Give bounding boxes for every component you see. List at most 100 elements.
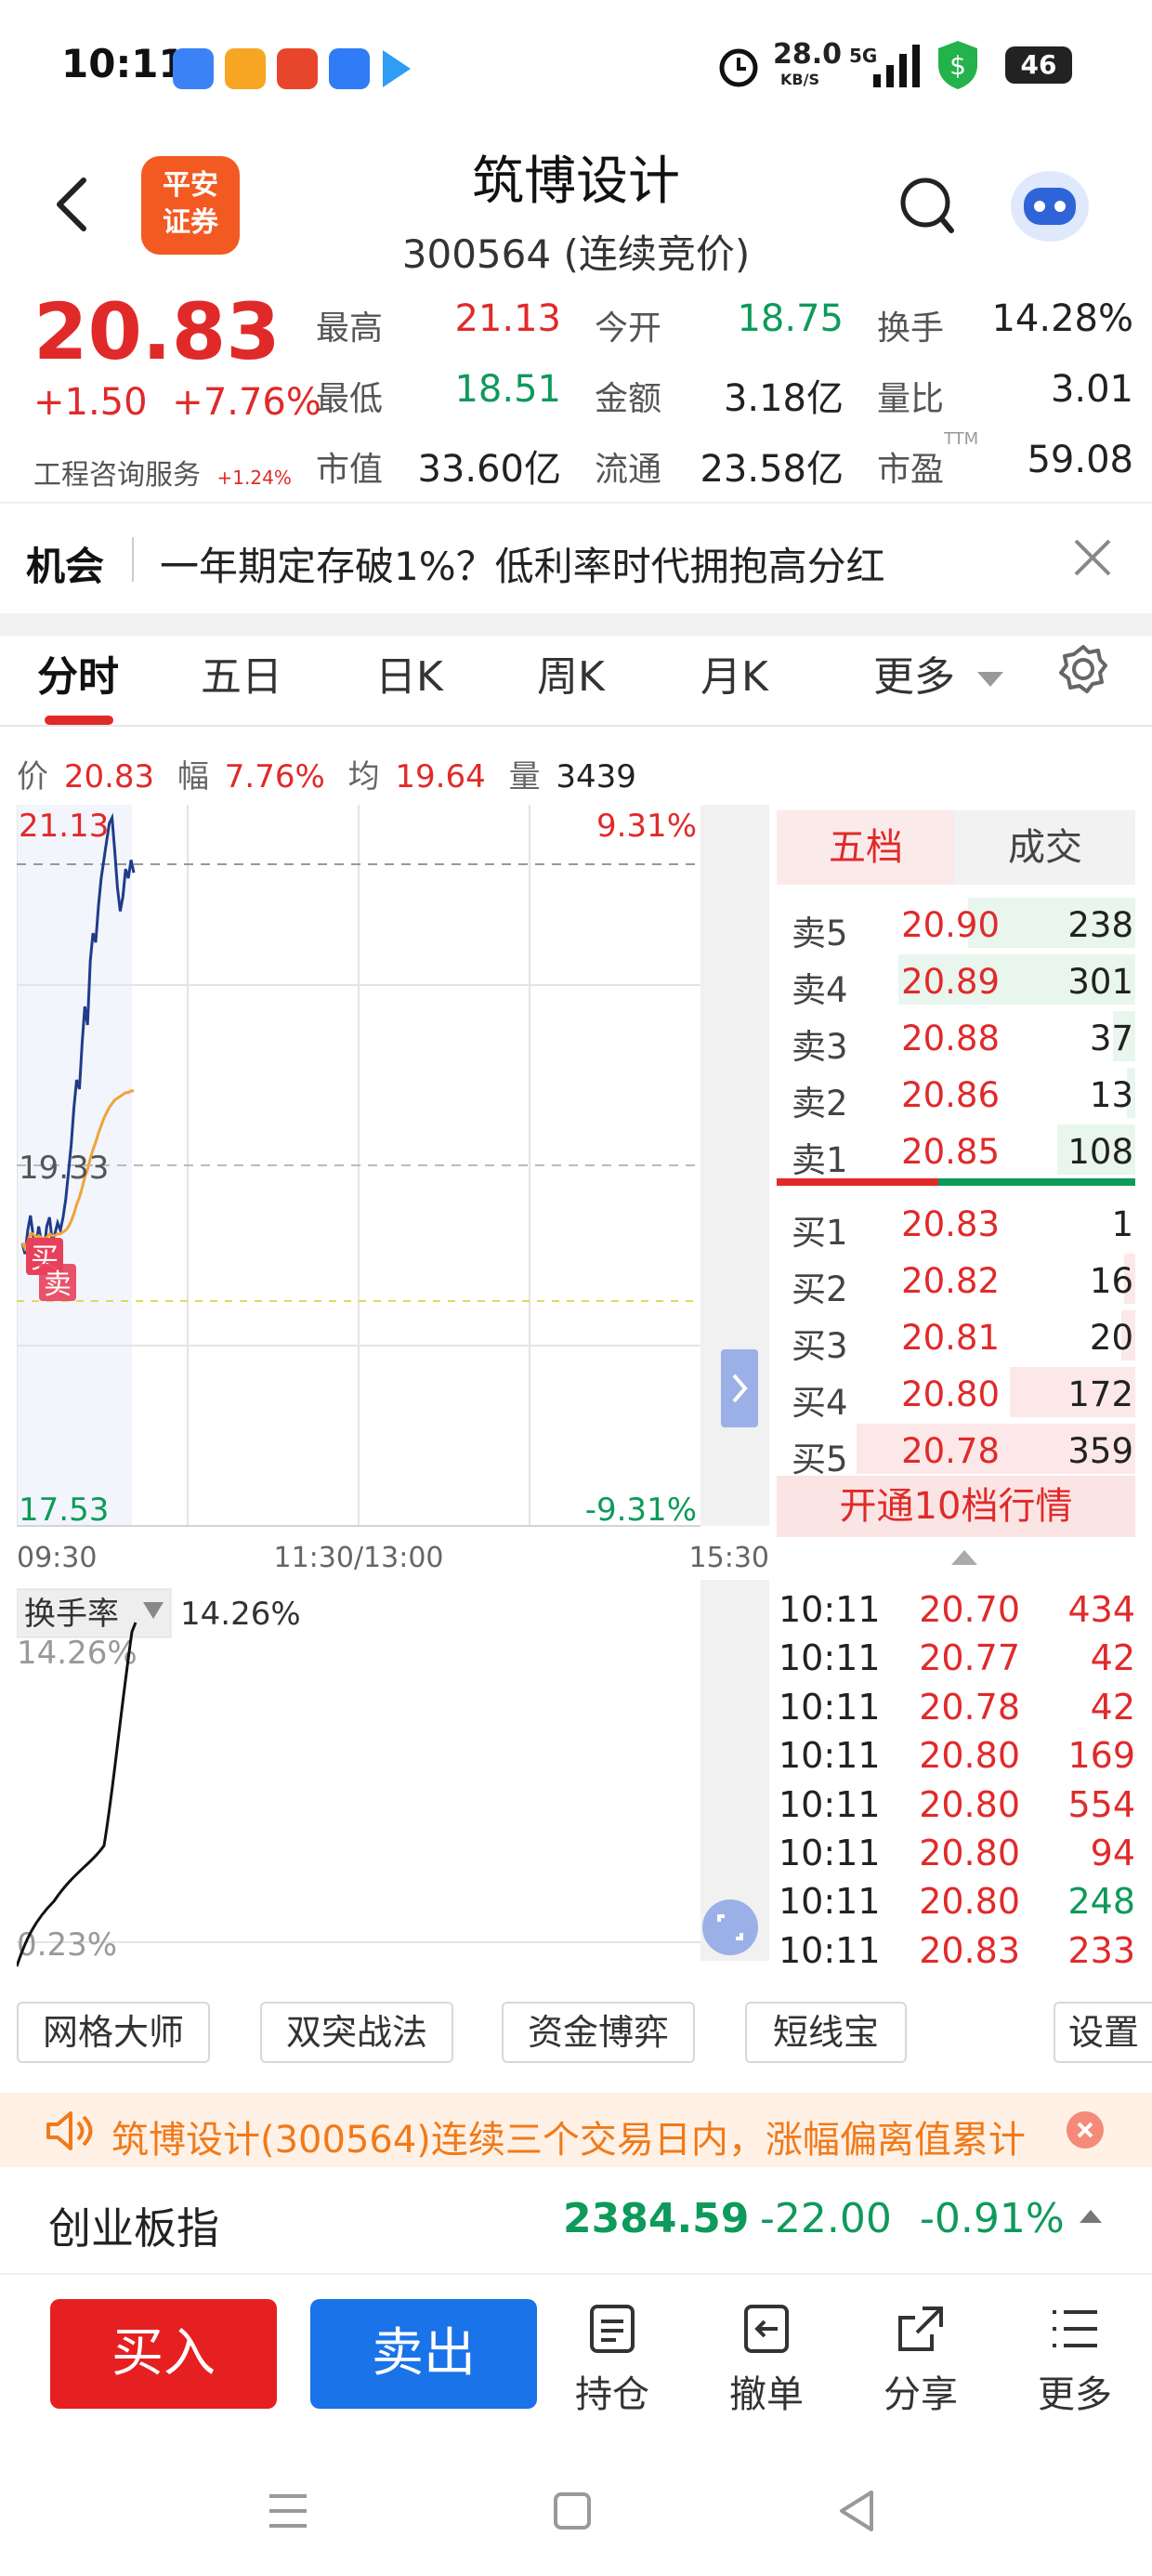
intraday-chart[interactable]: 21.13 19.33 17.53 9.31% -9.31% 09:30 11:… xyxy=(17,805,769,1985)
index-change: -22.00 xyxy=(760,2195,892,2242)
summary-price-label: 价 xyxy=(17,758,48,795)
summary-range: 7.76% xyxy=(224,758,325,795)
cancel-order-label: 撤单 xyxy=(729,2373,804,2416)
price-change: +1.50 +7.76% xyxy=(33,381,321,424)
more-menu-button[interactable]: 更多 xyxy=(1024,2303,1126,2418)
notice-close-button[interactable] xyxy=(1067,2111,1104,2149)
tab-weekly-k[interactable]: 周K xyxy=(537,643,605,703)
industry-tag[interactable]: 工程咨询服务 +1.24% xyxy=(33,452,292,493)
tab-more[interactable]: 更多 xyxy=(873,643,1003,703)
tab-monthly-k[interactable]: 月K xyxy=(700,643,768,703)
quote-label: 最低 xyxy=(316,380,384,418)
trade-row: 10:11 20.80 169 xyxy=(779,1731,1135,1780)
trade-row: 10:11 20.70 434 xyxy=(779,1585,1135,1634)
security-shield-icon: $ xyxy=(938,41,977,89)
section-separator xyxy=(0,613,1152,636)
expand-handle[interactable] xyxy=(721,1349,758,1427)
tab-intraday[interactable]: 分时 xyxy=(37,643,119,703)
bid-level-row[interactable]: 买3 20.81 20 xyxy=(777,1307,1135,1366)
upgrade-level10-button[interactable]: 开通10档行情 xyxy=(777,1476,1135,1537)
notice-banner[interactable]: 筑博设计(300564)连续三个交易日内，涨幅偏离值累计 xyxy=(0,2093,1152,2167)
quote-value: 18.75 xyxy=(737,297,844,340)
ask-level-row[interactable]: 卖4 20.89 301 xyxy=(777,951,1135,1010)
tool-short-term[interactable]: 短线宝 xyxy=(745,2002,907,2063)
turnover-line xyxy=(17,1622,137,1967)
trade-row: 10:11 20.83 233 xyxy=(779,1926,1135,1975)
y-mid-label: 19.33 xyxy=(19,1150,109,1187)
tool-double-breakout[interactable]: 双突战法 xyxy=(260,2002,453,2063)
quote-value: 3.18亿 xyxy=(723,377,844,420)
level-price: 20.82 xyxy=(901,1261,1000,1301)
chevron-up-icon[interactable] xyxy=(1080,2210,1102,2223)
app-notification-icon xyxy=(329,48,370,89)
index-value: 2384.59 xyxy=(563,2195,750,2242)
quote-value: 14.28% xyxy=(991,297,1133,340)
quote-value: 18.51 xyxy=(454,368,561,411)
chevron-up-icon[interactable] xyxy=(951,1550,977,1565)
level-volume: 16 xyxy=(1089,1261,1133,1301)
trade-price: 20.80 xyxy=(919,1833,1020,1873)
ask-level-row[interactable]: 卖3 20.88 37 xyxy=(777,1007,1135,1067)
positions-button[interactable]: 持仓 xyxy=(561,2303,663,2418)
robot-avatar-icon[interactable] xyxy=(1005,164,1094,247)
back-arrow-icon[interactable] xyxy=(50,177,97,232)
ask-level-row[interactable]: 卖5 20.90 238 xyxy=(777,894,1135,953)
trade-row: 10:11 20.80 554 xyxy=(779,1781,1135,1829)
trade-row: 10:11 20.78 42 xyxy=(779,1683,1135,1731)
trade-price: 20.80 xyxy=(919,1783,1020,1825)
cancel-order-button[interactable]: 撤单 xyxy=(715,2303,818,2418)
trade-volume: 233 xyxy=(1067,1929,1135,1971)
tab-order-levels[interactable]: 五档 xyxy=(777,810,955,885)
level-label: 买1 xyxy=(792,1213,848,1253)
level-volume: 301 xyxy=(1067,962,1133,1002)
stock-name: 筑博设计 xyxy=(472,151,680,212)
y-bottom-label: 17.53 xyxy=(19,1492,109,1529)
search-icon[interactable] xyxy=(897,175,957,240)
opportunity-banner[interactable]: 机会 一年期定存破1%？低利率时代拥抱高分红 xyxy=(0,502,1152,613)
bid-level-row[interactable]: 买2 20.82 16 xyxy=(777,1250,1135,1309)
close-icon[interactable] xyxy=(1072,537,1113,578)
share-button[interactable]: 分享 xyxy=(870,2303,972,2418)
quote-label: 量比 xyxy=(877,380,945,418)
bid-level-row[interactable]: 买4 20.80 172 xyxy=(777,1363,1135,1423)
level-price: 20.85 xyxy=(901,1132,1000,1172)
index-name: 创业板指 xyxy=(48,2203,219,2254)
quote-value: 21.13 xyxy=(454,297,561,340)
trade-row: 10:11 20.80 248 xyxy=(779,1877,1135,1925)
share-icon xyxy=(898,2307,943,2351)
ask-level-row[interactable]: 卖1 20.85 108 xyxy=(777,1121,1135,1180)
tab-daily-k[interactable]: 日K xyxy=(375,643,443,703)
quote-label: 市值 xyxy=(316,451,384,489)
fullscreen-button[interactable] xyxy=(702,1899,758,1955)
bid-level-row[interactable]: 买5 20.78 359 xyxy=(777,1420,1135,1479)
ask-bid-ratio-bar-red xyxy=(777,1178,938,1186)
bid-level-row[interactable]: 买1 20.83 1 xyxy=(777,1193,1135,1253)
summary-avg-label: 均 xyxy=(347,758,380,795)
opportunity-tag: 机会 xyxy=(26,544,105,589)
tool-grid-master[interactable]: 网格大师 xyxy=(17,2002,210,2063)
tool-capital-game[interactable]: 资金博弈 xyxy=(502,2002,695,2063)
quote-value: 3.01 xyxy=(1050,368,1133,411)
gear-icon[interactable] xyxy=(1057,643,1109,695)
trade-volume: 554 xyxy=(1067,1783,1135,1825)
broker-logo: 平安 证券 xyxy=(141,156,240,255)
level-price: 20.78 xyxy=(901,1431,1000,1471)
buy-button[interactable]: 买入 xyxy=(50,2299,277,2409)
tab-five-day[interactable]: 五日 xyxy=(201,643,282,703)
change-percent: +7.76% xyxy=(172,381,321,424)
pct-bottom-label: -9.31% xyxy=(585,1492,697,1529)
recent-apps-icon[interactable] xyxy=(266,2491,310,2531)
index-ticker[interactable]: 创业板指 2384.59 -22.00 -0.91% xyxy=(0,2167,1152,2275)
level-label: 卖5 xyxy=(792,913,848,953)
home-icon[interactable] xyxy=(552,2491,593,2531)
sell-button[interactable]: 卖出 xyxy=(310,2299,537,2409)
level-volume: 108 xyxy=(1067,1132,1133,1172)
trade-price: 20.78 xyxy=(919,1686,1020,1728)
level-price: 20.83 xyxy=(901,1204,1000,1244)
tab-trade-details[interactable]: 成交 xyxy=(955,810,1135,885)
app-notification-icon xyxy=(383,50,411,87)
tool-settings[interactable]: 设置 xyxy=(1054,2002,1152,2063)
back-icon[interactable] xyxy=(836,2489,877,2533)
ask-level-row[interactable]: 卖2 20.86 13 xyxy=(777,1064,1135,1124)
industry-name: 工程咨询服务 xyxy=(33,459,201,492)
